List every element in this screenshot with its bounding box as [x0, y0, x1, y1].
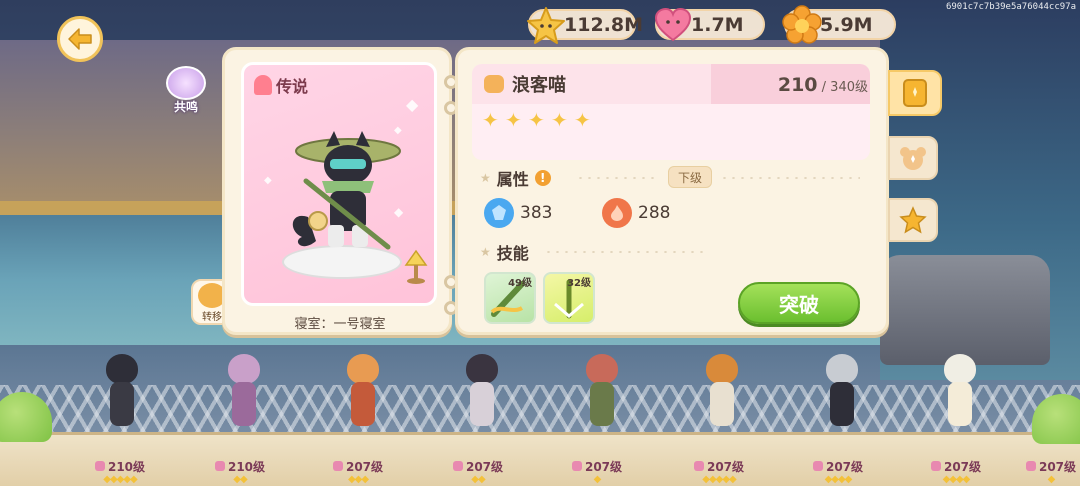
level-current: 210	[777, 74, 818, 96]
breakthrough-button[interactable]: 突破	[738, 282, 860, 324]
currency-flower[interactable]: 5.9M	[782, 5, 896, 44]
sparkle-icon: ◆	[264, 175, 272, 186]
roster-level-tag: 210级 ◆◆◆◆◆	[80, 456, 160, 485]
gem-icon	[812, 461, 823, 471]
stat-attack: 383	[484, 198, 552, 228]
level-display: 210 / 340级	[778, 74, 868, 96]
roster-character[interactable]	[692, 350, 752, 430]
transfer-label: 转移	[202, 312, 222, 323]
currency-flower-value: 5.9M	[820, 13, 873, 36]
character-portrait: 传说 ◆ ◆ ◆ ◆	[241, 62, 437, 306]
roster-levels-bar: 210级 ◆◆◆◆◆ 210级 ◆◆ 207级 ◆◆◆ 207级 ◆◆ 207级 ◆ 20…	[0, 452, 1080, 486]
rarity-badge: 传说	[254, 73, 308, 97]
roster-level-tag: 207级 ◆◆◆	[318, 456, 398, 485]
character-name: 浪客喵	[512, 75, 566, 96]
tab-star[interactable]	[888, 198, 938, 242]
star-icon: ✦	[528, 108, 545, 132]
character-card: 传说 ◆ ◆ ◆ ◆ 寝室：一号寝室	[222, 47, 452, 335]
info-icon[interactable]: !	[534, 170, 551, 186]
bell-icon	[254, 75, 272, 95]
level-max: / 340级	[821, 80, 868, 95]
currency-heart[interactable]: 1.7M	[654, 7, 765, 42]
gem-icon	[332, 461, 343, 471]
session-id: 6901c7c7b39e5a76044cc97a	[945, 2, 1076, 12]
star-tab-icon	[899, 206, 927, 234]
cat-face-icon	[484, 75, 504, 93]
star-icon: ✦	[551, 108, 568, 132]
roster-character[interactable]	[812, 350, 872, 430]
resonance-icon	[166, 66, 206, 100]
stat-fire-value: 288	[638, 203, 671, 223]
ronin-cat-figure	[292, 131, 401, 250]
roster-character[interactable]	[92, 350, 152, 430]
dotted-divider	[720, 177, 860, 179]
airship-decoration	[880, 255, 1050, 365]
rarity-label: 传说	[276, 77, 309, 96]
star-currency-icon	[524, 3, 568, 47]
stat-fire: 288	[602, 198, 670, 228]
dorm-label: 寝室：一号寝室	[294, 317, 386, 332]
star-icon: ✦	[505, 108, 522, 132]
skill-slot-2[interactable]: 32级	[543, 272, 595, 324]
dotted-divider	[576, 177, 660, 179]
character-detail-panel: 传说 ◆ ◆ ◆ ◆ 寝室：一号寝室 浪客喵 210 / 340级 ✦ ✦ ✦ …	[222, 45, 892, 341]
skills-header: ★ 技能	[480, 240, 529, 264]
skill-2-level: 32级	[567, 278, 591, 289]
back-button[interactable]	[57, 16, 103, 62]
roster-character[interactable]	[214, 350, 274, 430]
roster-level-tag: 207级 ◆	[1022, 456, 1080, 485]
next-level-button[interactable]: 下级	[668, 166, 712, 188]
star-icon: ✦	[574, 108, 591, 132]
roster-level-tag: 207级 ◆◆	[438, 456, 518, 485]
roster-character[interactable]	[333, 350, 393, 430]
roster-level-tag: 207级 ◆◆◆◆	[916, 456, 996, 485]
resonance-label: 共鸣	[173, 100, 198, 114]
roster-character[interactable]	[452, 350, 512, 430]
skill-slot-1[interactable]: 49级	[484, 272, 536, 324]
gem-icon	[214, 461, 225, 471]
skill-1-level: 49级	[508, 278, 532, 289]
star-rating: ✦ ✦ ✦ ✦ ✦	[482, 110, 594, 130]
back-arrow-icon	[68, 28, 92, 50]
currency-star[interactable]: 112.8M	[527, 7, 643, 44]
section-bullet-icon: ★	[480, 245, 491, 259]
roster-character[interactable]	[930, 350, 990, 430]
blue-gem-icon	[484, 198, 514, 228]
bear-face-icon	[900, 147, 926, 170]
roster-level-tag: 207级 ◆	[557, 456, 637, 485]
character-info-card: 浪客喵 210 / 340级 ✦ ✦ ✦ ✦ ✦ ★ 属性 ! 下级 383 2…	[455, 47, 889, 335]
roster-level-tag: 207级 ◆◆◆◆◆	[679, 456, 759, 485]
attributes-header: ★ 属性 !	[480, 166, 551, 190]
card-icon	[903, 79, 927, 107]
heart-currency-icon	[651, 3, 695, 47]
section-bullet-icon: ★	[480, 171, 491, 185]
gem-icon	[930, 461, 941, 471]
stat-attack-value: 383	[520, 203, 553, 223]
gem-icon	[1025, 461, 1036, 471]
resonance-button[interactable]: 共鸣	[160, 66, 212, 116]
tab-character-card[interactable]	[888, 70, 942, 116]
star-icon: ✦	[482, 108, 499, 132]
lamp-icon	[404, 249, 428, 284]
flower-currency-icon	[780, 3, 824, 47]
gem-icon	[94, 461, 105, 471]
skills-label: 技能	[496, 244, 529, 263]
roster-level-tag: 207级 ◆◆◆◆	[798, 456, 878, 485]
fire-icon	[602, 198, 632, 228]
currency-star-value: 112.8M	[564, 13, 644, 36]
character-roster-sprites	[0, 350, 1080, 430]
gem-icon	[571, 461, 582, 471]
roster-level-tag: 210级 ◆◆	[200, 456, 280, 485]
sparkle-icon: ◆	[406, 95, 419, 114]
tab-bear[interactable]	[888, 136, 938, 180]
gem-icon	[452, 461, 463, 471]
dotted-divider	[544, 251, 708, 253]
currency-heart-value: 1.7M	[691, 13, 744, 36]
roster-character[interactable]	[572, 350, 632, 430]
gem-icon	[693, 461, 704, 471]
attributes-label: 属性	[496, 170, 529, 189]
